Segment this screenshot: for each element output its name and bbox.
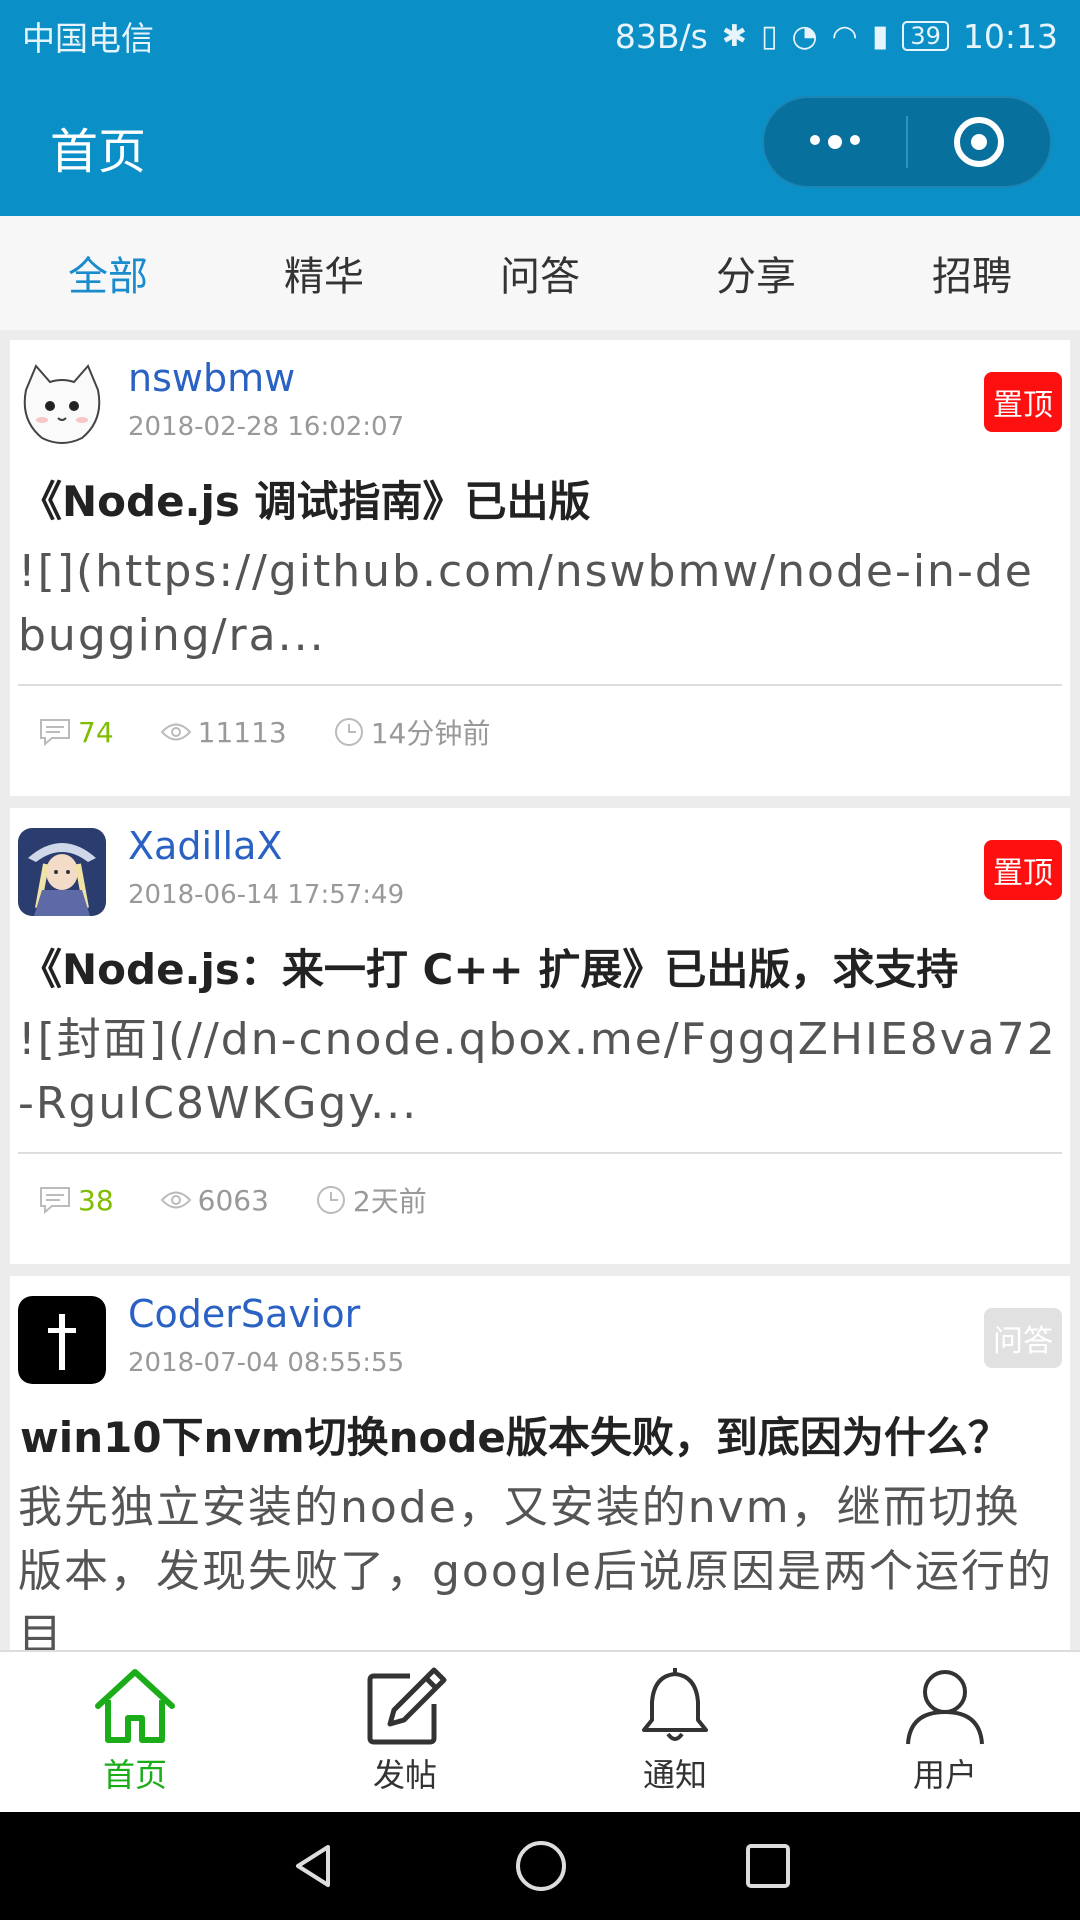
eye-icon bbox=[160, 723, 192, 741]
view-count: 11113 bbox=[160, 716, 287, 749]
tab-share[interactable]: 分享 bbox=[648, 216, 864, 330]
battery-icon: 39 bbox=[902, 21, 949, 51]
post-date: 2018-02-28 16:02:07 bbox=[128, 412, 405, 442]
clock-icon bbox=[316, 1186, 345, 1214]
post-card[interactable]: nswbmw 2018-02-28 16:02:07 置顶 《Node.js 调… bbox=[10, 340, 1070, 796]
tabbar-item-home[interactable]: 首页 bbox=[0, 1652, 270, 1812]
time-ago: 2天前 bbox=[315, 1180, 427, 1220]
close-mini-program-button[interactable] bbox=[908, 98, 1050, 186]
back-icon[interactable] bbox=[288, 1841, 338, 1891]
post-card[interactable]: CoderSavior 2018-07-04 08:55:55 问答 win10… bbox=[10, 1276, 1070, 1650]
user-icon bbox=[906, 1670, 984, 1745]
avatar[interactable] bbox=[18, 828, 106, 916]
divider bbox=[18, 1152, 1062, 1154]
post-author-row: nswbmw 2018-02-28 16:02:07 置顶 bbox=[18, 356, 1062, 452]
post-stats: 74 11113 14分钟前 bbox=[38, 702, 536, 762]
time-ago-value: 14分钟前 bbox=[370, 717, 491, 750]
avatar[interactable] bbox=[18, 360, 106, 448]
reply-count: 74 bbox=[38, 716, 114, 749]
post-author-row: XadillaX 2018-06-14 17:57:49 置顶 bbox=[18, 824, 1062, 920]
tabbar-item-user[interactable]: 用户 bbox=[810, 1652, 1080, 1812]
more-button[interactable] bbox=[764, 98, 906, 186]
tabbar-label: 用户 bbox=[912, 1756, 977, 1794]
system-navigation-bar bbox=[0, 1812, 1080, 1920]
tab-job[interactable]: 招聘 bbox=[864, 216, 1080, 330]
view-count: 6063 bbox=[160, 1184, 269, 1217]
home-icon bbox=[95, 1669, 175, 1743]
clock-icon bbox=[334, 718, 363, 746]
alarm-icon: ◔ bbox=[791, 18, 818, 54]
tabbar-label: 首页 bbox=[102, 1756, 167, 1794]
tab-good[interactable]: 精华 bbox=[216, 216, 432, 330]
comment-icon bbox=[40, 719, 70, 747]
category-tabs: 全部 精华 问答 分享 招聘 bbox=[0, 216, 1080, 330]
tabbar-label: 发帖 bbox=[372, 1756, 437, 1794]
more-dots-icon bbox=[810, 135, 860, 149]
status-bar: 中国电信 83B/s ✱ ▯ ◔ ◠ ▮ 39 10:13 bbox=[0, 0, 1080, 72]
mini-program-capsule bbox=[762, 96, 1052, 188]
tab-all[interactable]: 全部 bbox=[0, 216, 216, 330]
navigation-bar: 首页 bbox=[0, 72, 1080, 216]
tabbar-label: 通知 bbox=[642, 1756, 707, 1794]
time-ago-value: 2天前 bbox=[352, 1185, 427, 1218]
post-list: nswbmw 2018-02-28 16:02:07 置顶 《Node.js 调… bbox=[0, 330, 1080, 1650]
post-excerpt: ![](https://github.com/nswbmw/node-in-de… bbox=[18, 546, 1034, 661]
avatar[interactable] bbox=[18, 1296, 106, 1384]
time-ago: 14分钟前 bbox=[333, 712, 491, 752]
signal-icon: ▮ bbox=[871, 18, 889, 54]
post-excerpt: 我先独立安装的node，又安装的nvm，继而切换版本，发现失败了，google后… bbox=[18, 1482, 1053, 1650]
reply-count-value: 38 bbox=[78, 1183, 114, 1217]
post-date: 2018-07-04 08:55:55 bbox=[128, 1348, 405, 1378]
author-name[interactable]: CoderSavior bbox=[128, 1292, 360, 1336]
reply-count-value: 74 bbox=[78, 715, 114, 749]
post-title[interactable]: 《Node.js 调试指南》已出版 bbox=[20, 468, 591, 529]
author-name[interactable]: nswbmw bbox=[128, 356, 295, 400]
vibrate-icon: ▯ bbox=[760, 18, 778, 54]
target-icon bbox=[954, 117, 1004, 167]
post-author-row: CoderSavior 2018-07-04 08:55:55 问答 bbox=[18, 1292, 1062, 1388]
view-count-value: 11113 bbox=[197, 715, 287, 749]
recents-icon[interactable] bbox=[744, 1842, 792, 1890]
divider bbox=[18, 684, 1062, 686]
tabbar-item-post[interactable]: 发帖 bbox=[270, 1652, 540, 1812]
post-excerpt: ![封面](//dn-cnode.qbox.me/FggqZHIE8va72-R… bbox=[18, 1014, 1057, 1129]
bottom-tab-bar: 首页 发帖 通知 用户 bbox=[0, 1650, 1080, 1812]
carrier-label: 中国电信 bbox=[22, 19, 154, 58]
network-speed: 83B/s bbox=[614, 16, 708, 56]
bluetooth-icon: ✱ bbox=[721, 18, 747, 54]
pinned-badge: 置顶 bbox=[984, 372, 1062, 432]
tabbar-item-notifications[interactable]: 通知 bbox=[540, 1652, 810, 1812]
reply-count: 38 bbox=[38, 1184, 114, 1217]
edit-icon bbox=[367, 1667, 447, 1745]
author-name[interactable]: XadillaX bbox=[128, 824, 282, 868]
post-card[interactable]: XadillaX 2018-06-14 17:57:49 置顶 《Node.js… bbox=[10, 808, 1070, 1264]
post-title[interactable]: 《Node.js：来一打 C++ 扩展》已出版，求支持 bbox=[20, 936, 958, 997]
page-title: 首页 bbox=[50, 124, 147, 180]
view-count-value: 6063 bbox=[197, 1183, 269, 1217]
post-date: 2018-06-14 17:57:49 bbox=[128, 880, 405, 910]
wifi-icon: ◠ bbox=[831, 18, 858, 54]
comment-icon bbox=[40, 1187, 70, 1215]
eye-icon bbox=[160, 1191, 192, 1209]
clock: 10:13 bbox=[962, 16, 1058, 56]
home-circle-icon[interactable] bbox=[514, 1839, 568, 1893]
tab-ask[interactable]: 问答 bbox=[432, 216, 648, 330]
bell-icon bbox=[642, 1668, 708, 1741]
pinned-badge: 置顶 bbox=[984, 840, 1062, 900]
post-stats: 38 6063 2天前 bbox=[38, 1170, 473, 1230]
post-title[interactable]: win10下nvm切换node版本失败，到底因为什么？ bbox=[20, 1404, 1010, 1465]
category-badge: 问答 bbox=[984, 1308, 1062, 1368]
